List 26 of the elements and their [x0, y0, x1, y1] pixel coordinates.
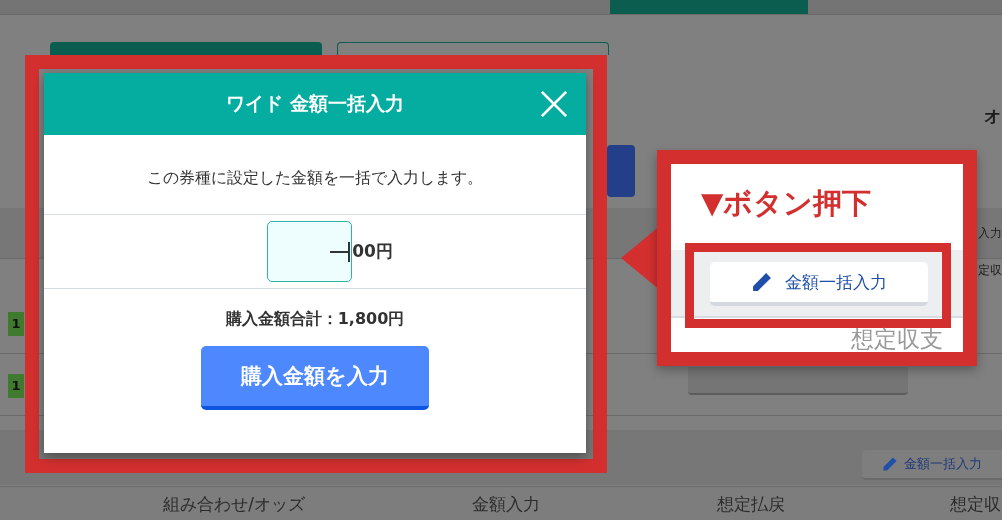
tab[interactable] — [337, 42, 609, 55]
column-header: 金額入力 — [472, 493, 540, 516]
side-label: 入力 — [978, 225, 1002, 242]
column-header: 想定収 — [950, 493, 1001, 516]
column-header: 想定払戻 — [717, 493, 785, 516]
row-number: 1 — [8, 374, 24, 398]
pencil-icon — [751, 271, 773, 293]
callout-heading: ▼ボタン押下 — [701, 185, 872, 222]
total-amount: 購入金額合計：1,800円 — [225, 309, 405, 330]
row-number: 1 — [8, 312, 24, 336]
bulk-input-button[interactable]: 金額一括入力 — [710, 262, 928, 306]
action-button[interactable] — [607, 145, 635, 197]
submit-button[interactable]: 購入金額を入力 — [201, 346, 429, 410]
side-label: 定収 — [978, 262, 1002, 279]
column-header: 組み合わせ/オッズ — [163, 493, 305, 516]
secondary-button[interactable] — [688, 367, 908, 395]
modal-title: ワイド 金額一括入力 — [226, 91, 404, 116]
text-cursor-icon — [330, 241, 353, 262]
side-label: オ — [984, 105, 1001, 128]
unit-label: 00円 — [352, 240, 393, 263]
tab[interactable] — [50, 42, 322, 55]
description-text: この券種に設定した金額を一括で入力します。 — [44, 168, 586, 215]
close-icon[interactable] — [540, 90, 568, 118]
pencil-icon — [882, 456, 898, 472]
column-header: 想定収支 — [851, 326, 943, 352]
amount-input[interactable] — [267, 221, 353, 282]
